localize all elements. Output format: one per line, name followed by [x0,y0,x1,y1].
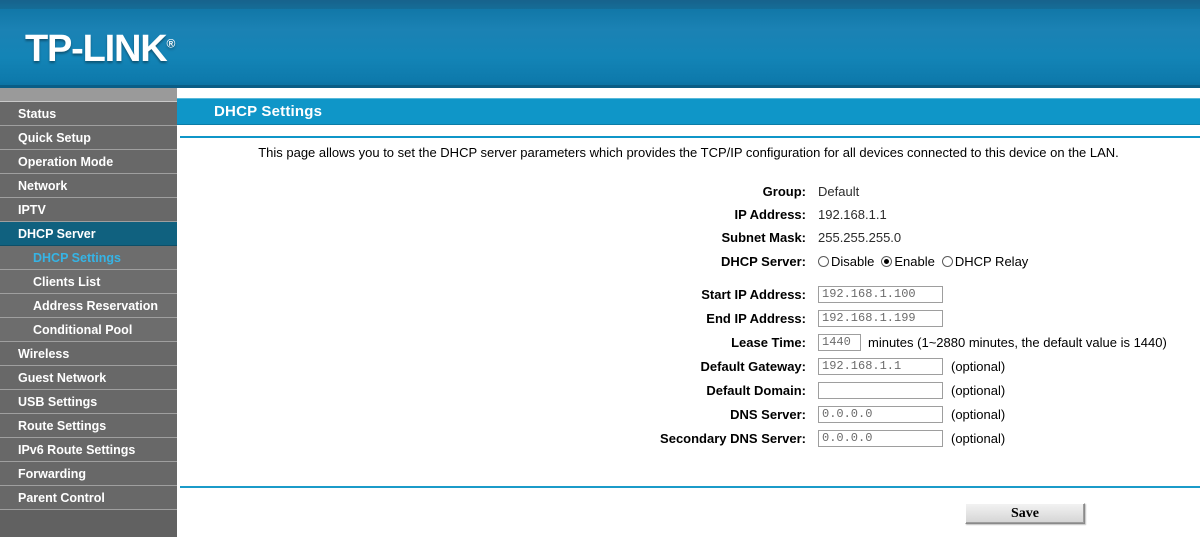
dhcp-server-label: DHCP Server: [720,253,806,269]
sidebar-navigation: Status Quick Setup Operation Mode Network IP… [0,88,177,537]
group-value: Default [818,184,860,199]
secondary-dns-server-input[interactable] [818,429,943,447]
sidebar-item-usb-settings[interactable]: USB Settings [0,390,177,414]
dhcp-settings-form: Group: Default IP Address: 192.168.1.1 S… [177,180,1200,450]
default-domain-label: Default Domain: [706,382,806,398]
main-content: DHCP Settings This page allows you to se… [177,88,1200,537]
form-row-lease-time: Lease Time: minutes (1~2880 minutes, the… [177,330,1200,354]
sidebar-filler [0,510,177,520]
form-row-default-gateway: Default Gateway: (optional) [177,354,1200,378]
sidebar-item-iptv[interactable]: IPTV [0,198,177,222]
sidebar-item-route-settings[interactable]: Route Settings [0,414,177,438]
secondary-dns-server-label: Secondary DNS Server: [660,430,806,446]
radio-button-icon[interactable] [881,255,893,267]
radio-option-dhcp-relay[interactable]: DHCP Relay [941,253,1029,269]
sidebar-item-dhcp-server[interactable]: DHCP Server [0,222,177,246]
tp-link-logo: TP-LINK® [25,28,175,71]
default-gateway-label: Default Gateway: [700,358,806,374]
start-ip-input[interactable] [818,285,943,303]
radio-option-label: Enable [894,253,935,269]
radio-button-icon[interactable] [818,255,829,267]
form-row-ip-address: IP Address: 192.168.1.1 [177,203,1200,226]
sidebar-item-parent-control[interactable]: Parent Control [0,486,177,510]
lease-time-hint: minutes (1~2880 minutes, the default val… [868,334,1167,350]
sidebar-item-network[interactable]: Network [0,174,177,198]
page-body: Status Quick Setup Operation Mode Network IP… [0,88,1200,537]
dhcp-server-radio-group[interactable]: Disable Enable DHCP Relay [818,254,1035,269]
title-divider [180,136,1200,138]
page-header: TP-LINK® [0,0,1200,88]
secondary-dns-server-note: (optional) [951,430,1006,446]
form-row-subnet-mask: Subnet Mask: 255.255.255.0 [177,226,1200,249]
sidebar-item-conditional-pool[interactable]: Conditional Pool [0,318,177,342]
dns-server-label: DNS Server: [730,406,806,422]
sidebar-item-quick-setup[interactable]: Quick Setup [0,126,177,150]
radio-option-label: Disable [831,253,875,269]
sidebar-item-address-reservation[interactable]: Address Reservation [0,294,177,318]
lease-time-input[interactable] [818,333,861,351]
form-row-start-ip: Start IP Address: [177,282,1200,306]
sidebar-item-wireless[interactable]: Wireless [0,342,177,366]
save-button[interactable]: Save [965,503,1085,524]
dns-server-input[interactable] [818,405,943,423]
ip-address-value: 192.168.1.1 [818,207,887,222]
sidebar-item-guest-network[interactable]: Guest Network [0,366,177,390]
subnet-mask-value: 255.255.255.0 [818,230,902,245]
group-label: Group: [762,184,806,199]
form-row-end-ip: End IP Address: [177,306,1200,330]
start-ip-label: Start IP Address: [701,286,806,302]
form-row-group: Group: Default [177,180,1200,203]
dns-server-note: (optional) [951,406,1006,422]
sidebar-item-forwarding[interactable]: Forwarding [0,462,177,486]
form-row-default-domain: Default Domain: (optional) [177,378,1200,402]
lease-time-label: Lease Time: [731,334,806,350]
ip-address-label: IP Address: [734,207,806,222]
page-title-bar: DHCP Settings [177,98,1200,125]
sidebar-item-status[interactable]: Status [0,102,177,126]
page-description: This page allows you to set the DHCP ser… [258,145,1119,160]
form-spacer [177,273,1200,282]
brand-name: TP-LINK [25,28,168,70]
header-top-stripe [0,0,1200,9]
sidebar-top-spacer [0,88,177,102]
radio-option-disable[interactable]: Disable [818,254,874,269]
end-ip-label: End IP Address: [706,310,806,326]
page-title-area: DHCP Settings [177,88,1200,125]
sidebar-item-dhcp-settings[interactable]: DHCP Settings [0,246,177,270]
radio-option-label: DHCP Relay [954,253,1029,269]
radio-button-icon[interactable] [941,255,953,267]
default-gateway-note: (optional) [951,358,1006,374]
form-row-secondary-dns-server: Secondary DNS Server: (optional) [177,426,1200,450]
sidebar-item-operation-mode[interactable]: Operation Mode [0,150,177,174]
sidebar-menu: Status Quick Setup Operation Mode Network IP… [0,102,177,510]
default-domain-input[interactable] [818,381,943,399]
radio-option-enable[interactable]: Enable [881,253,935,269]
form-row-dhcp-server: DHCP Server: Disable Enable DHCP Relay [177,249,1200,273]
sidebar-item-clients-list[interactable]: Clients List [0,270,177,294]
form-bottom-divider [180,486,1200,488]
end-ip-input[interactable] [818,309,943,327]
sidebar-item-ipv6-route-settings[interactable]: IPv6 Route Settings [0,438,177,462]
subnet-mask-label: Subnet Mask: [721,230,806,245]
default-gateway-input[interactable] [818,357,943,375]
trademark-symbol: ® [166,36,176,51]
form-row-dns-server: DNS Server: (optional) [177,402,1200,426]
default-domain-note: (optional) [951,382,1006,398]
page-title: DHCP Settings [214,103,323,120]
